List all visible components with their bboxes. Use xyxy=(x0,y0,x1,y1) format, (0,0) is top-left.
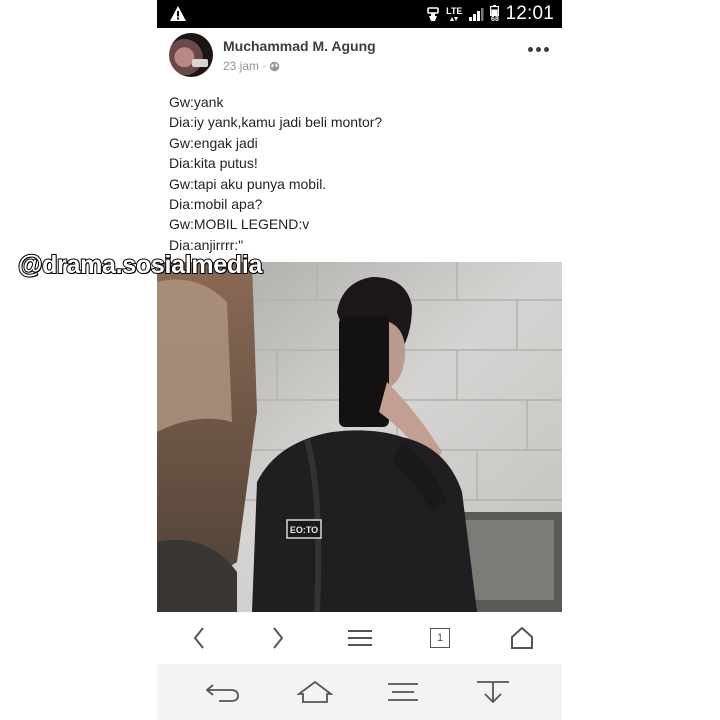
post-text: Gw:yank Dia:iy yank,kamu jadi beli monto… xyxy=(169,92,549,255)
status-bar: LTE 68 12:01 xyxy=(157,0,562,28)
battery-level: 68 xyxy=(491,16,499,23)
data-arrows-icon xyxy=(450,16,459,21)
menu-lines-icon[interactable] xyxy=(383,678,423,706)
download-icon[interactable] xyxy=(473,678,513,706)
post-line: Dia:mobil apa? xyxy=(169,196,263,213)
network-type: LTE xyxy=(446,6,462,22)
timestamp[interactable]: 23 jam xyxy=(223,59,259,73)
tab-count: 1 xyxy=(430,628,450,648)
battery-icon xyxy=(490,5,500,16)
back-chevron-icon[interactable] xyxy=(181,624,217,652)
menu-icon[interactable] xyxy=(342,624,378,652)
status-icons: LTE 68 12:01 xyxy=(426,0,554,28)
post-line: Gw:yank xyxy=(169,94,224,110)
more-options-icon[interactable] xyxy=(526,42,550,56)
alert-triangle-icon xyxy=(170,6,186,21)
post-header: Muchammad M. Agung 23 jam · xyxy=(157,28,562,88)
post-line: Gw:engak jadi xyxy=(169,134,258,151)
tabs-icon[interactable]: 1 xyxy=(422,624,458,652)
author-name[interactable]: Muchammad M. Agung xyxy=(223,38,376,54)
system-nav-bar xyxy=(157,664,562,720)
back-icon[interactable] xyxy=(203,678,243,706)
data-saver-icon xyxy=(427,7,439,21)
post-meta: 23 jam · xyxy=(223,59,280,73)
home-icon[interactable] xyxy=(504,624,540,652)
watermark: @drama.sosialmedia xyxy=(17,250,263,280)
clock: 12:01 xyxy=(505,3,554,24)
battery-indicator: 68 xyxy=(490,5,500,23)
forward-chevron-icon[interactable] xyxy=(260,624,296,652)
home-outline-icon[interactable] xyxy=(295,678,335,706)
avatar[interactable] xyxy=(169,33,213,77)
shirt-print: EO:TO xyxy=(290,525,318,535)
post-line: Gw:tapi aku punya mobil. xyxy=(169,175,327,192)
browser-nav-bar: 1 xyxy=(157,612,562,664)
meta-separator: · xyxy=(262,59,267,73)
post-line: Dia:iy yank,kamu jadi beli montor? xyxy=(169,114,383,131)
post-line: Dia:kita putus! xyxy=(169,155,258,172)
phone-screen: LTE 68 12:01 Muchammad M. Agung 23 jam ·… xyxy=(157,0,562,720)
signal-icon xyxy=(469,8,484,21)
post-photo[interactable]: EO:TO xyxy=(157,262,562,612)
post-line: Gw:MOBIL LEGEND:v xyxy=(169,216,310,233)
globe-icon xyxy=(269,61,280,71)
avatar-detail xyxy=(192,59,208,67)
